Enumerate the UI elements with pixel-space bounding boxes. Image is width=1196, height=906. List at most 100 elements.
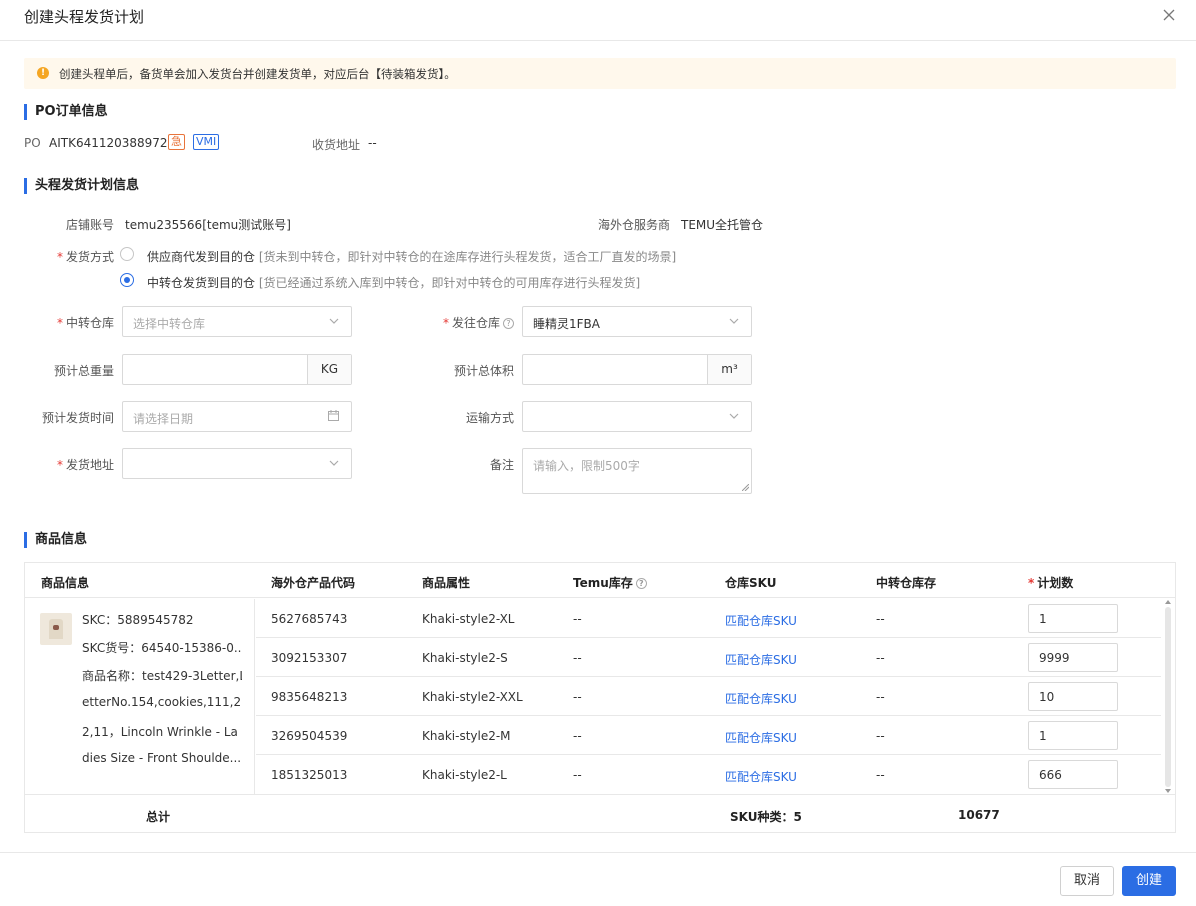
store-label: 店铺账号: [65, 218, 114, 232]
plan-qty-input[interactable]: [1028, 643, 1118, 672]
product-skc-code: SKC货号：64540-15386-0...: [82, 641, 242, 655]
remark-textarea[interactable]: 请输入，限制500字: [522, 448, 752, 494]
remark-placeholder: 请输入，限制500字: [533, 459, 640, 473]
table-row: 3092153307 Khaki-style2-S -- 匹配仓库SKU --: [256, 638, 1161, 677]
po-number: AITK641120388972: [49, 136, 168, 150]
ship-addr-label: * 发货地址: [56, 458, 114, 472]
product-thumbnail[interactable]: [40, 613, 72, 645]
chevron-down-icon: [729, 413, 739, 419]
cancel-button[interactable]: 取消: [1060, 866, 1114, 896]
volume-input[interactable]: m³: [522, 354, 752, 385]
transit-stock: --: [876, 690, 885, 704]
temu-stock: --: [573, 768, 582, 782]
table-total-row: 总计 SKU种类：5 10677: [25, 794, 1175, 832]
dialog-footer: 取消 创建: [0, 852, 1196, 906]
transit-stock: --: [876, 651, 885, 665]
volume-unit: m³: [707, 355, 751, 384]
table-header: 商品信息 海外仓产品代码 商品属性 Temu库存? 仓库SKU 中转仓库存 * 计…: [25, 563, 1175, 598]
temu-stock: --: [573, 651, 582, 665]
plan-qty-input[interactable]: [1028, 760, 1118, 789]
dest-wh-select[interactable]: 睡精灵1FBA: [522, 306, 752, 337]
ship-option-transit[interactable]: 中转仓发货到目的仓 [货已经通过系统入库到中转仓，即针对中转仓的可用库存进行头程…: [147, 274, 640, 291]
match-sku-link[interactable]: 匹配仓库SKU: [725, 768, 797, 785]
product-name-line: 2,11，Lincoln Wrinkle - La: [82, 725, 238, 739]
product-code: 9835648213: [271, 690, 348, 704]
po-label: PO: [24, 136, 41, 150]
scrollbar-thumb[interactable]: [1165, 607, 1171, 787]
col-transit-stock: 中转仓库存: [876, 576, 937, 590]
product-code: 5627685743: [271, 612, 348, 626]
plan-qty-input[interactable]: [1028, 604, 1118, 633]
ship-option-transit-radio[interactable]: [120, 273, 134, 287]
transit-wh-select[interactable]: 选择中转仓库: [122, 306, 352, 337]
address-value: --: [368, 136, 377, 150]
dialog-title: 创建头程发货计划: [24, 8, 145, 26]
transit-stock: --: [876, 729, 885, 743]
product-name-line: etterNo.154,cookies,111,22: [82, 695, 242, 709]
transport-label: 运输方式: [465, 411, 514, 425]
temu-stock: --: [573, 729, 582, 743]
table-row: 3269504539 Khaki-style2-M -- 匹配仓库SKU --: [256, 716, 1161, 755]
match-sku-link[interactable]: 匹配仓库SKU: [725, 690, 797, 707]
calendar-icon: [328, 410, 339, 421]
ship-time-picker[interactable]: 请选择日期: [122, 401, 352, 432]
scroll-up-icon[interactable]: [1165, 600, 1171, 604]
transit-stock: --: [876, 612, 885, 626]
col-product-code: 海外仓产品代码: [271, 576, 356, 590]
transport-select[interactable]: [522, 401, 752, 432]
provider-value: TEMU全托管仓: [681, 218, 764, 232]
plan-qty-input[interactable]: [1028, 682, 1118, 711]
weight-input[interactable]: KG: [122, 354, 352, 385]
col-product-info: 商品信息: [41, 576, 90, 590]
transit-wh-placeholder: 选择中转仓库: [133, 317, 206, 331]
create-button[interactable]: 创建: [1122, 866, 1176, 896]
col-attribute: 商品属性: [422, 576, 471, 590]
provider-label: 海外仓服务商: [597, 218, 670, 232]
transit-wh-label: * 中转仓库: [56, 316, 114, 330]
weight-unit: KG: [307, 355, 351, 384]
ship-time-placeholder: 请选择日期: [133, 412, 194, 426]
temu-stock: --: [573, 690, 582, 704]
dest-wh-value: 睡精灵1FBA: [533, 317, 600, 331]
plan-qty-input[interactable]: [1028, 721, 1118, 750]
match-sku-link[interactable]: 匹配仓库SKU: [725, 651, 797, 668]
remark-label: 备注: [489, 458, 514, 472]
urgent-tag: 急: [168, 134, 185, 150]
total-qty: 10677: [958, 808, 1000, 822]
address-label: 收货地址: [312, 138, 361, 152]
attribute: Khaki-style2-XL: [422, 612, 515, 626]
resize-handle-icon[interactable]: [742, 484, 749, 491]
plan-section-title: 头程发货计划信息: [24, 178, 139, 194]
table-scrollbar[interactable]: [1162, 599, 1174, 794]
match-sku-link[interactable]: 匹配仓库SKU: [725, 729, 797, 746]
volume-label: 预计总体积: [453, 364, 514, 378]
ship-option-direct-radio[interactable]: [120, 247, 134, 261]
table-row: 9835648213 Khaki-style2-XXL -- 匹配仓库SKU -…: [256, 677, 1161, 716]
ship-option-direct[interactable]: 供应商代发到目的仓 [货未到中转仓，即针对中转仓的在途库存进行头程发货，适合工厂…: [147, 248, 676, 265]
close-icon[interactable]: [1162, 8, 1176, 22]
col-wh-sku: 仓库SKU: [725, 576, 777, 590]
po-section-title: PO订单信息: [24, 104, 108, 120]
table-row: 5627685743 Khaki-style2-XL -- 匹配仓库SKU --: [256, 599, 1161, 638]
product-name-line: 商品名称：test429-3Letter,L: [82, 669, 242, 683]
product-code: 3269504539: [271, 729, 348, 743]
temu-stock: --: [573, 612, 582, 626]
ship-addr-select[interactable]: [122, 448, 352, 479]
dialog-header: 创建头程发货计划: [0, 0, 1196, 41]
goods-section-title: 商品信息: [24, 532, 87, 548]
dest-wh-label: * 发往仓库?: [420, 314, 514, 331]
chevron-down-icon: [729, 318, 739, 324]
store-value: temu235566[temu测试账号]: [125, 218, 291, 232]
product-name-line: dies Size - Front Shoulde...: [82, 751, 242, 765]
goods-table: 商品信息 海外仓产品代码 商品属性 Temu库存? 仓库SKU 中转仓库存 * 计…: [24, 562, 1176, 833]
col-temu-stock: Temu库存?: [573, 574, 647, 591]
help-icon[interactable]: ?: [503, 318, 514, 329]
vmi-tag: VMI: [193, 134, 220, 150]
match-sku-link[interactable]: 匹配仓库SKU: [725, 612, 797, 629]
product-code: 1851325013: [271, 768, 348, 782]
total-label: 总计: [146, 810, 171, 824]
scroll-down-icon[interactable]: [1165, 789, 1171, 793]
weight-label: 预计总重量: [53, 364, 114, 378]
attribute: Khaki-style2-M: [422, 729, 511, 743]
help-icon[interactable]: ?: [635, 578, 647, 589]
